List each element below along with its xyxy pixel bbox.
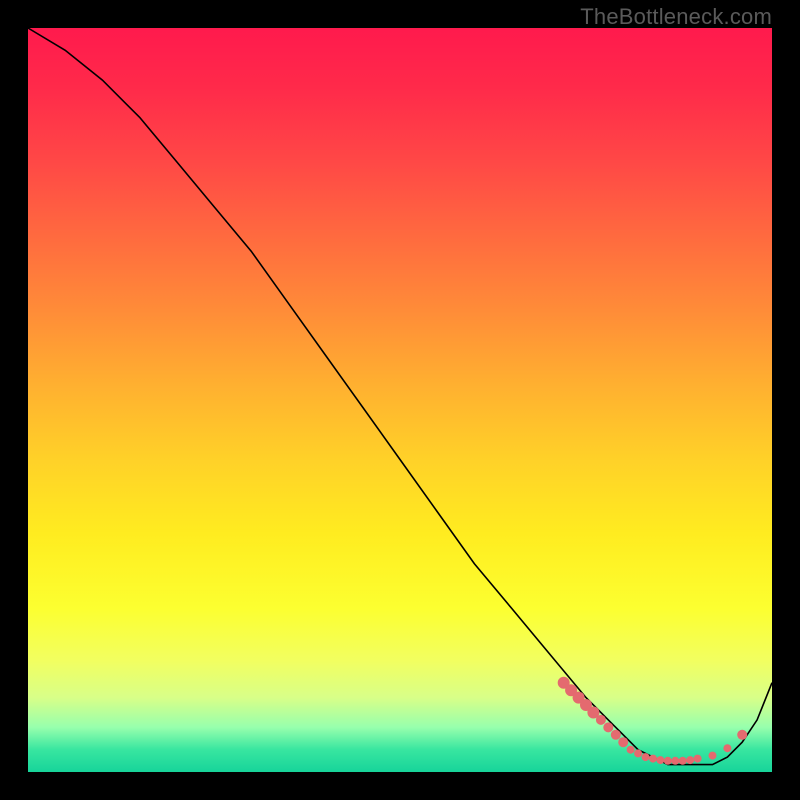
highlight-dot	[634, 749, 642, 757]
highlight-dot	[618, 737, 628, 747]
chart-svg	[28, 28, 772, 772]
highlight-dot	[603, 722, 613, 732]
highlight-dot	[611, 730, 621, 740]
chart-plot-area	[28, 28, 772, 772]
highlight-dot	[596, 715, 606, 725]
highlight-dot	[656, 756, 664, 764]
highlight-dot	[679, 757, 687, 765]
highlight-dot	[642, 753, 650, 761]
highlight-dot	[694, 755, 702, 763]
highlight-dot	[737, 730, 747, 740]
watermark-text: TheBottleneck.com	[580, 4, 772, 30]
highlight-dot	[664, 757, 672, 765]
bottleneck-curve	[28, 28, 772, 765]
highlight-dot	[649, 755, 657, 763]
highlight-dot	[671, 757, 679, 765]
highlight-dot	[627, 746, 635, 754]
highlight-dot	[686, 756, 694, 764]
highlight-dot	[723, 744, 731, 752]
highlight-dots-group	[558, 677, 748, 765]
highlight-dot	[709, 752, 717, 760]
chart-frame: TheBottleneck.com	[0, 0, 800, 800]
